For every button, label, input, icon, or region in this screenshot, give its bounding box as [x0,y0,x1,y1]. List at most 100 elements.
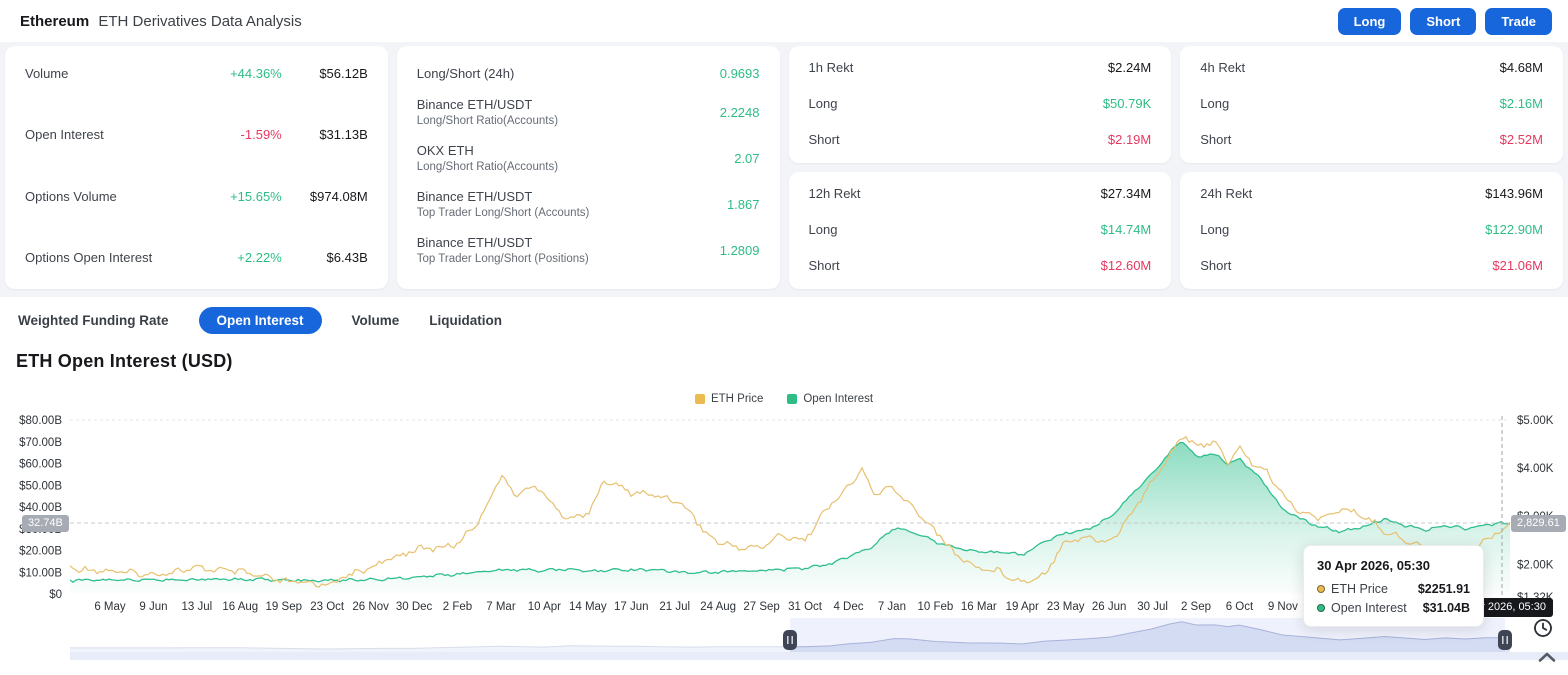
tab-open-interest[interactable]: Open Interest [199,307,322,334]
rekt-long-label: Long [1200,96,1457,111]
legend-label: ETH Price [711,393,763,405]
longshort-ratios-card: Long/Short (24h)0.9693Binance ETH/USDTLo… [397,46,780,289]
stat-label: Options Open Interest [25,250,210,265]
top-actions: Long Short Trade [1338,8,1552,35]
left-axis-last-value-badge: 32.74B [22,515,69,532]
rekt-short-label: Short [809,258,1066,273]
x-axis-tick: 9 Jun [139,601,167,613]
tab-liquidation[interactable]: Liquidation [429,307,502,334]
rekt-title: 4h Rekt [1200,60,1457,75]
right-axis-tick: $2.00K [1517,559,1554,571]
stat-row: Options Open Interest+2.22%$6.43B [25,250,368,265]
rekt-long-value: $50.79K [1065,96,1151,111]
ratio-value: 1.867 [674,197,760,212]
legend-item-eth-price[interactable]: ETH Price [695,393,763,405]
x-axis-tick: 17 Jun [614,601,649,613]
legend-item-open-interest[interactable]: Open Interest [787,393,873,405]
x-axis-tick: 13 Jul [182,601,213,613]
legend-label: Open Interest [803,393,873,405]
x-axis-tick: 24 Aug [700,601,736,613]
page-title-coin: Ethereum [20,13,89,30]
ratio-row: Binance ETH/USDTLong/Short Ratio(Account… [417,97,760,127]
tooltip-series-dot [1317,604,1325,612]
tooltip-series-value: $31.04B [1423,601,1470,615]
ratio-label: OKX ETHLong/Short Ratio(Accounts) [417,143,674,173]
page-title-rest: ETH Derivatives Data Analysis [98,13,301,30]
market-stats-card: Volume+44.36%$56.12BOpen Interest-1.59%$… [5,46,388,289]
stat-change: +2.22% [210,250,282,265]
navigator-left-handle[interactable] [783,630,797,650]
trade-button[interactable]: Trade [1485,8,1552,35]
open-interest-chart[interactable]: $80.00B$70.00B$60.00B$50.00B$40.00B$30.0… [0,410,1568,675]
x-axis-tick: 23 Oct [310,601,345,613]
tooltip-row: Open Interest$31.04B [1317,601,1470,615]
left-axis-tick: $0 [49,589,62,601]
rekt-short-row: Short$21.06M [1200,258,1543,273]
page-title: Ethereum ETH Derivatives Data Analysis [20,13,302,30]
rekt-short-value: $2.19M [1065,132,1151,147]
tab-volume[interactable]: Volume [352,307,400,334]
left-axis-tick: $10.00B [19,567,62,579]
ratio-label: Binance ETH/USDTTop Trader Long/Short (A… [417,189,674,219]
rekt-card: 12h Rekt$27.34MLong$14.74MShort$12.60M [789,172,1172,289]
right-axis-tick: $4.00K [1517,463,1554,475]
x-axis-tick: 14 May [569,601,607,613]
rekt-short-value: $2.52M [1457,132,1543,147]
tooltip-series-label: Open Interest [1331,601,1423,615]
rekt-short-label: Short [1200,258,1457,273]
rekt-short-label: Short [809,132,1066,147]
x-axis-tick: 31 Oct [788,601,823,613]
rekt-total-row: 24h Rekt$143.96M [1200,186,1543,201]
rekt-total-row: 1h Rekt$2.24M [809,60,1152,75]
x-axis-tick: 30 Jul [1137,601,1168,613]
chart-region: $80.00B$70.00B$60.00B$50.00B$40.00B$30.0… [0,410,1568,675]
navigator-unselected-mask [70,618,790,652]
navigator-right-handle[interactable] [1498,630,1512,650]
ratio-value: 2.07 [674,151,760,166]
x-axis-tick: 16 Mar [961,601,997,613]
chart-tooltip: 30 Apr 2026, 05:30 ETH Price$2251.91Open… [1303,545,1484,627]
rekt-total-value: $143.96M [1457,186,1543,201]
stat-label: Open Interest [25,127,210,142]
rekt-long-row: Long$122.90M [1200,222,1543,237]
left-axis-tick: $50.00B [19,480,62,492]
stat-change: +15.65% [210,189,282,204]
rekt-column-a: 1h Rekt$2.24MLong$50.79KShort$2.19M12h R… [789,46,1172,289]
x-axis-tick: 10 Feb [917,601,953,613]
rekt-column-b: 4h Rekt$4.68M Long$2.16M Short $2.52M 24h Re… [1180,46,1563,289]
ratio-label: Binance ETH/USDTTop Trader Long/Short (P… [417,235,674,265]
x-axis-tick: 7 Jan [878,601,906,613]
tooltip-series-label: ETH Price [1331,582,1418,596]
x-axis-tick: 9 Nov [1268,601,1298,613]
rekt-short-value: $12.60M [1065,258,1151,273]
ratio-value: 0.9693 [674,66,760,81]
long-button[interactable]: Long [1338,8,1402,35]
rekt-card: 24h Rekt$143.96M Long$122.90M Short$21.06M [1180,172,1563,289]
ratio-sublabel: Long/Short Ratio(Accounts) [417,161,674,173]
short-button[interactable]: Short [1410,8,1476,35]
stat-value: $31.13B [282,127,368,142]
rekt-long-row: Long$2.16M [1200,96,1543,111]
ratio-sublabel: Top Trader Long/Short (Accounts) [417,207,674,219]
x-axis-tick: 27 Sep [743,601,779,613]
ratio-row: OKX ETHLong/Short Ratio(Accounts)2.07 [417,143,760,173]
legend-swatch [695,394,705,404]
rekt-long-label: Long [1200,222,1457,237]
tab-weighted-funding-rate[interactable]: Weighted Funding Rate [18,307,169,334]
rekt-total-row: 4h Rekt$4.68M [1200,60,1543,75]
stats-grid: Volume+44.36%$56.12BOpen Interest-1.59%$… [5,46,1563,289]
navigator-left-handle-body[interactable] [783,630,797,650]
x-axis-tick: 19 Sep [266,601,302,613]
chart-section-title: ETH Open Interest (USD) [16,351,1568,372]
navigator-right-handle-body[interactable] [1498,630,1512,650]
ratio-label: Binance ETH/USDTLong/Short Ratio(Account… [417,97,674,127]
stat-change: +44.36% [210,66,282,81]
x-axis-tick: 26 Nov [352,601,389,613]
rekt-long-value: $14.74M [1065,222,1151,237]
stat-row: Volume+44.36%$56.12B [25,66,368,81]
chart-tabs: Weighted Funding Rate Open Interest Volume… [18,306,1568,334]
rekt-title: 12h Rekt [809,186,1066,201]
ratio-value: 2.2248 [674,105,760,120]
stat-change: -1.59% [210,127,282,142]
stat-value: $56.12B [282,66,368,81]
